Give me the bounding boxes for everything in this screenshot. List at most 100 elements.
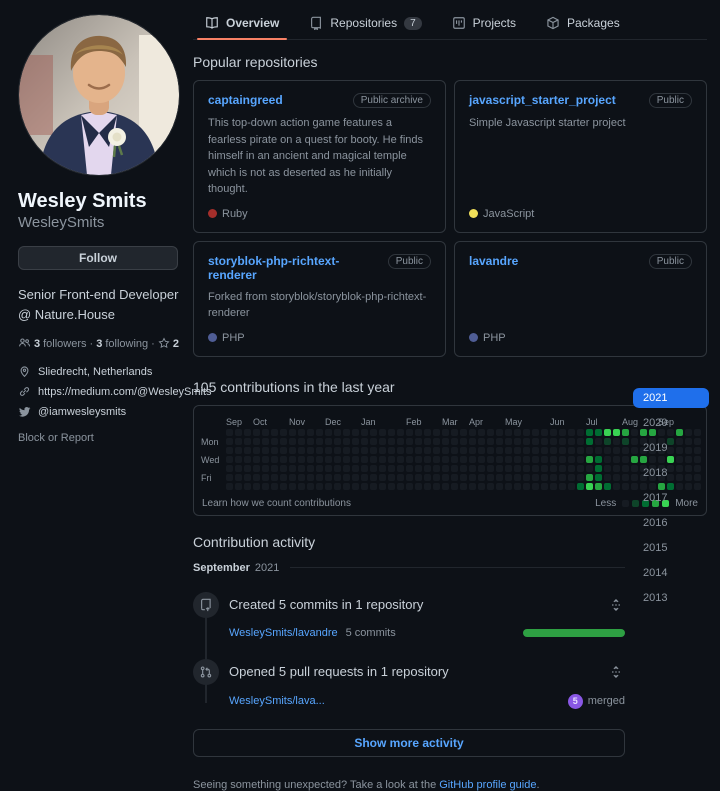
contribution-cell[interactable]	[460, 473, 467, 481]
contribution-cell[interactable]	[496, 428, 503, 436]
contribution-cell[interactable]	[622, 482, 629, 490]
show-more-activity-button[interactable]: Show more activity	[193, 728, 625, 757]
contribution-cell[interactable]	[415, 464, 422, 472]
contribution-cell[interactable]	[505, 437, 512, 445]
repo-name-link[interactable]: javascript_starter_project	[469, 93, 616, 107]
contribution-cell[interactable]	[262, 437, 269, 445]
contribution-cell[interactable]	[280, 437, 287, 445]
contribution-cell[interactable]	[433, 428, 440, 436]
tab-overview[interactable]: Overview	[193, 8, 291, 40]
contribution-cell[interactable]	[586, 428, 593, 436]
contribution-cell[interactable]	[613, 473, 620, 481]
contribution-cell[interactable]	[442, 437, 449, 445]
contribution-cell[interactable]	[442, 473, 449, 481]
contribution-cell[interactable]	[352, 437, 359, 445]
contribution-cell[interactable]	[604, 437, 611, 445]
contribution-cell[interactable]	[307, 446, 314, 454]
contribution-cell[interactable]	[343, 428, 350, 436]
contribution-cell[interactable]	[586, 464, 593, 472]
contribution-cell[interactable]	[289, 437, 296, 445]
contribution-cell[interactable]	[226, 464, 233, 472]
contribution-cell[interactable]	[604, 428, 611, 436]
contribution-cell[interactable]	[397, 464, 404, 472]
year-filter-2014[interactable]: 2014	[633, 563, 709, 583]
contribution-cell[interactable]	[550, 464, 557, 472]
contribution-cell[interactable]	[622, 428, 629, 436]
contribution-cell[interactable]	[370, 428, 377, 436]
contribution-cell[interactable]	[460, 464, 467, 472]
contribution-cell[interactable]	[325, 428, 332, 436]
contribution-cell[interactable]	[343, 455, 350, 463]
contribution-cell[interactable]	[424, 428, 431, 436]
repo-name-link[interactable]: lavandre	[469, 254, 518, 268]
contribution-cell[interactable]	[289, 428, 296, 436]
contribution-cell[interactable]	[226, 455, 233, 463]
contribution-cell[interactable]	[478, 437, 485, 445]
contribution-cell[interactable]	[280, 428, 287, 436]
contribution-cell[interactable]	[334, 455, 341, 463]
contribution-cell[interactable]	[307, 437, 314, 445]
contribution-cell[interactable]	[577, 455, 584, 463]
contribution-cell[interactable]	[442, 455, 449, 463]
contribution-cell[interactable]	[424, 473, 431, 481]
contribution-cell[interactable]	[532, 464, 539, 472]
contribution-cell[interactable]	[334, 473, 341, 481]
contribution-cell[interactable]	[397, 473, 404, 481]
contribution-cell[interactable]	[442, 446, 449, 454]
contribution-cell[interactable]	[622, 437, 629, 445]
contribution-cell[interactable]	[496, 464, 503, 472]
contribution-cell[interactable]	[244, 473, 251, 481]
contribution-cell[interactable]	[388, 464, 395, 472]
contribution-cell[interactable]	[289, 446, 296, 454]
contribution-cell[interactable]	[307, 473, 314, 481]
contribution-cell[interactable]	[568, 482, 575, 490]
stars-count[interactable]: 2	[173, 338, 179, 350]
contribution-cell[interactable]	[514, 446, 521, 454]
contribution-cell[interactable]	[253, 446, 260, 454]
contribution-cell[interactable]	[487, 437, 494, 445]
contribution-cell[interactable]	[568, 437, 575, 445]
contribution-cell[interactable]	[451, 473, 458, 481]
contribution-cell[interactable]	[235, 428, 242, 436]
contribution-cell[interactable]	[568, 473, 575, 481]
contribution-cell[interactable]	[334, 428, 341, 436]
contribution-cell[interactable]	[613, 428, 620, 436]
contribution-cell[interactable]	[460, 455, 467, 463]
year-filter-2021[interactable]: 2021	[633, 388, 709, 408]
year-filter-2015[interactable]: 2015	[633, 538, 709, 558]
block-or-report-link[interactable]: Block or Report	[18, 432, 185, 444]
contribution-cell[interactable]	[523, 464, 530, 472]
contribution-cell[interactable]	[370, 482, 377, 490]
contribution-cell[interactable]	[316, 464, 323, 472]
contribution-cell[interactable]	[415, 482, 422, 490]
contribution-cell[interactable]	[298, 473, 305, 481]
contribution-cell[interactable]	[262, 473, 269, 481]
contribution-cell[interactable]	[514, 482, 521, 490]
contribution-cell[interactable]	[613, 482, 620, 490]
contribution-cell[interactable]	[604, 464, 611, 472]
contribution-cell[interactable]	[433, 473, 440, 481]
contribution-cell[interactable]	[352, 455, 359, 463]
contribution-cell[interactable]	[577, 428, 584, 436]
contribution-cell[interactable]	[262, 464, 269, 472]
contribution-cell[interactable]	[415, 428, 422, 436]
contribution-cell[interactable]	[334, 446, 341, 454]
contribution-cell[interactable]	[280, 464, 287, 472]
unfold-icon[interactable]	[607, 596, 625, 614]
contribution-cell[interactable]	[505, 464, 512, 472]
contribution-cell[interactable]	[271, 473, 278, 481]
contribution-cell[interactable]	[388, 437, 395, 445]
contribution-cell[interactable]	[559, 455, 566, 463]
contribution-cell[interactable]	[343, 437, 350, 445]
contribution-cell[interactable]	[478, 446, 485, 454]
contribution-cell[interactable]	[478, 455, 485, 463]
contribution-cell[interactable]	[343, 446, 350, 454]
repo-name-link[interactable]: captaingreed	[208, 93, 283, 107]
contribution-cell[interactable]	[595, 437, 602, 445]
contribution-cell[interactable]	[388, 455, 395, 463]
contribution-cell[interactable]	[442, 482, 449, 490]
contribution-cell[interactable]	[478, 464, 485, 472]
contribution-cell[interactable]	[532, 455, 539, 463]
contribution-cell[interactable]	[370, 464, 377, 472]
contribution-cell[interactable]	[226, 482, 233, 490]
